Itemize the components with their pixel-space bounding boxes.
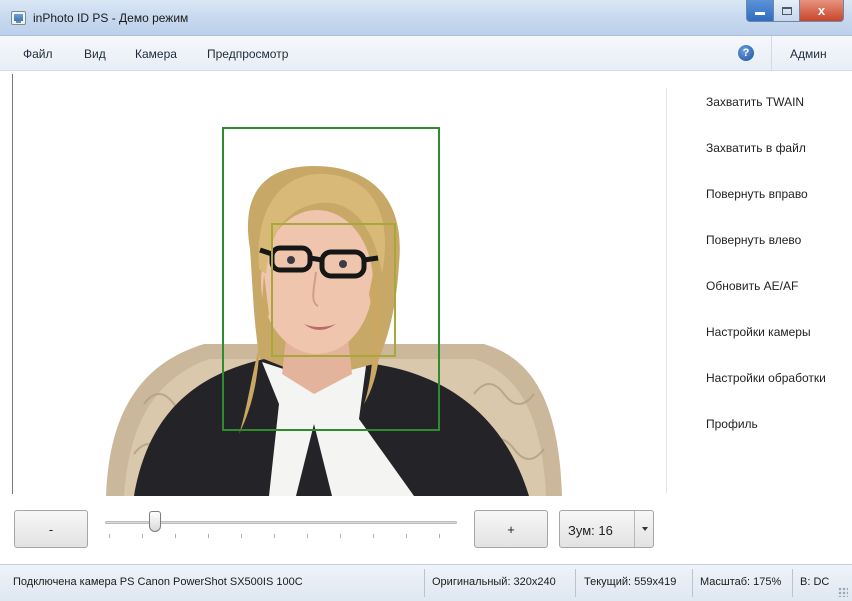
slider-thumb[interactable]: [149, 511, 162, 532]
capture-to-file-button[interactable]: Захватить в файл: [706, 141, 806, 155]
menu-bar: Файл Вид Камера Предпросмотр ? Админ: [0, 36, 852, 71]
menu-camera[interactable]: Камера: [135, 47, 177, 61]
zoom-separator: [634, 511, 635, 547]
preview-image: [106, 127, 562, 496]
profile-button[interactable]: Профиль: [706, 417, 758, 431]
camera-settings-button[interactable]: Настройки камеры: [706, 325, 811, 339]
menu-preview[interactable]: Предпросмотр: [207, 47, 288, 61]
close-button[interactable]: x: [800, 0, 844, 22]
status-bar: Подключена камера PS Canon PowerShot SX5…: [0, 564, 852, 601]
refresh-ae-af-button[interactable]: Обновить AE/AF: [706, 279, 798, 293]
capture-twain-button[interactable]: Захватить TWAIN: [706, 95, 804, 109]
close-icon: x: [817, 3, 826, 18]
menu-separator: [771, 36, 772, 71]
status-separator: [575, 569, 576, 597]
zoom-dropdown[interactable]: Зум: 16: [559, 510, 654, 548]
status-scale: Масштаб: 175%: [700, 576, 782, 588]
window-title: inPhoto ID PS - Демо режим: [33, 11, 189, 25]
status-camera: Подключена камера PS Canon PowerShot SX5…: [13, 576, 303, 588]
eye-left: [287, 256, 295, 264]
menu-file[interactable]: Файл: [23, 47, 53, 61]
status-original-size: Оригинальный: 320x240: [432, 576, 556, 588]
menu-view[interactable]: Вид: [84, 47, 106, 61]
processing-settings-button[interactable]: Настройки обработки: [706, 371, 826, 385]
slider-ticks: [109, 534, 454, 538]
zoom-value: Зум: 16: [568, 523, 613, 538]
resize-grip[interactable]: [838, 587, 848, 597]
status-separator: [692, 569, 693, 597]
maximize-icon: [781, 6, 792, 15]
preview-left-border: [12, 74, 13, 494]
title-bar: inPhoto ID PS - Демо режим x: [0, 0, 852, 36]
help-icon[interactable]: ?: [738, 45, 754, 61]
zoom-slider[interactable]: [103, 507, 458, 543]
status-separator: [424, 569, 425, 597]
zoom-out-button[interactable]: -: [14, 510, 88, 548]
status-current-size: Текущий: 559x419: [584, 576, 677, 588]
panel-divider: [666, 88, 667, 493]
status-separator: [792, 569, 793, 597]
window-controls: x: [746, 0, 844, 22]
rotate-right-button[interactable]: Повернуть вправо: [706, 187, 808, 201]
menu-user[interactable]: Админ: [790, 47, 827, 61]
app-icon: [11, 11, 26, 25]
chevron-down-icon[interactable]: [642, 527, 648, 531]
maximize-button[interactable]: [774, 0, 800, 22]
zoom-in-button[interactable]: +: [474, 510, 548, 548]
eye-right: [339, 260, 347, 268]
face: [261, 210, 373, 354]
camera-preview[interactable]: [14, 74, 664, 496]
minimize-button[interactable]: [746, 0, 774, 22]
rotate-left-button[interactable]: Повернуть влево: [706, 233, 801, 247]
status-b: B: DC: [800, 576, 830, 588]
minimize-icon: [755, 12, 765, 15]
